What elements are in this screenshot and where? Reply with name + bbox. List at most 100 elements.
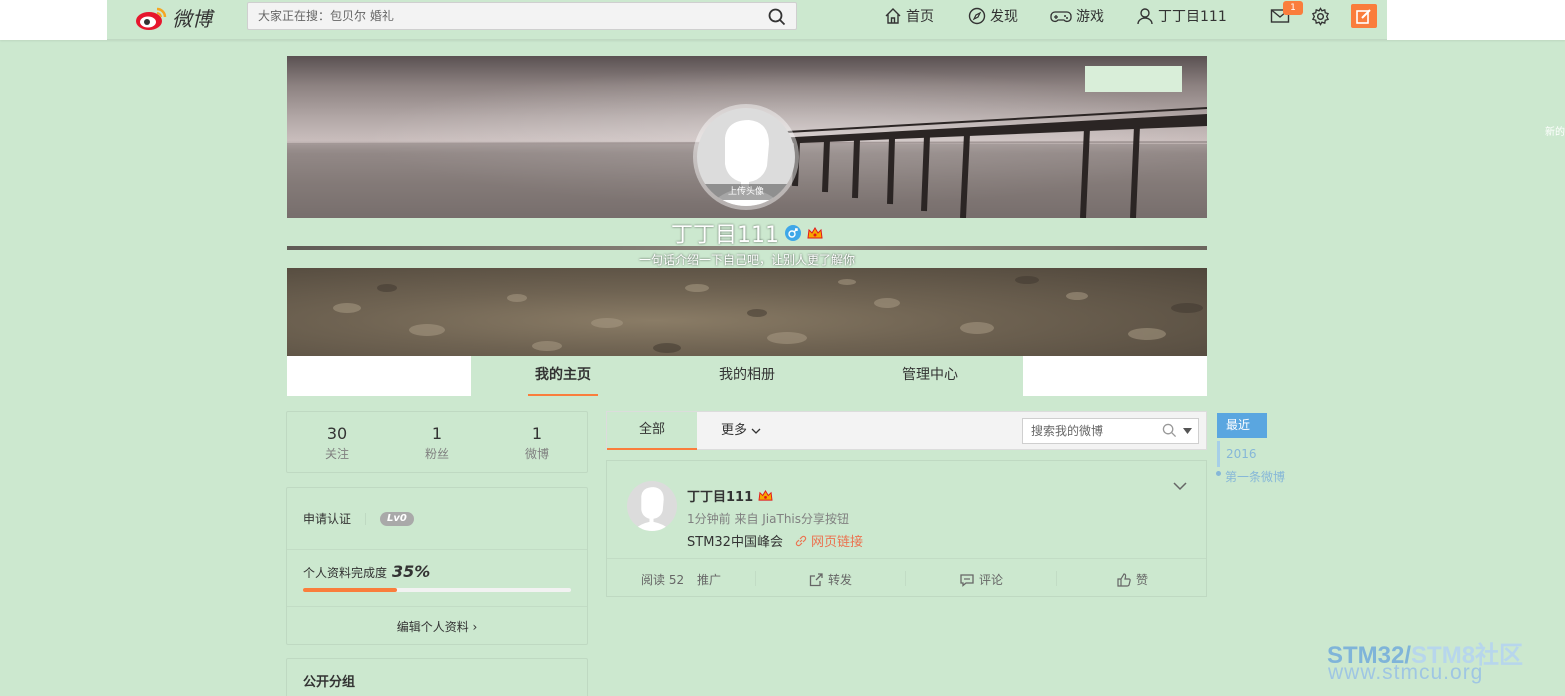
vip-crown-icon[interactable]	[758, 489, 773, 502]
verify-row: 申请认证 Lv0	[303, 510, 414, 527]
action-separator	[755, 571, 756, 586]
completion-row: 个人资料完成度 35%	[303, 562, 430, 581]
rocks-texture	[333, 276, 1203, 353]
stat-posts-value: 1	[531, 424, 543, 443]
weibo-logo[interactable]: 微博	[135, 3, 212, 32]
public-groups-title: 公开分组	[303, 675, 356, 690]
profile-tabs: 我的主页 我的相册 管理中心	[287, 356, 1207, 396]
feed-tab-more[interactable]: 更多	[721, 412, 761, 450]
nav-discover[interactable]: 发现	[968, 0, 1018, 32]
completion-value: 35%	[392, 562, 431, 581]
gear-icon	[1311, 6, 1330, 26]
stat-posts-label: 微博	[524, 447, 549, 461]
nav-home-label: 首页	[906, 9, 934, 25]
cover-rocks-image	[287, 268, 1207, 356]
topbar-right-blank	[1387, 0, 1565, 40]
post-action-bar: 阅读 52 推广 转发 评论 赞	[607, 558, 1206, 597]
nav-settings[interactable]	[1311, 0, 1330, 32]
vip-crown-icon[interactable]	[807, 226, 823, 240]
stat-posts[interactable]: 1 微博	[487, 412, 587, 462]
timeline-first-post[interactable]: 第一条微博	[1225, 468, 1285, 485]
feed-search-input[interactable]	[1023, 419, 1153, 443]
logo-text: 微博	[172, 7, 212, 31]
cover-divider-strip	[287, 246, 1207, 250]
edge-new-label[interactable]: 新的	[1545, 123, 1565, 138]
watermark-url: www.stmcu.org	[1328, 661, 1484, 684]
user-icon	[1137, 8, 1153, 25]
global-search-box[interactable]	[247, 2, 797, 30]
search-icon[interactable]	[768, 8, 786, 26]
stat-fans[interactable]: 1 粉丝	[387, 412, 487, 462]
weibo-eye-icon	[136, 7, 167, 30]
nav-user-label: 丁丁目111	[1158, 9, 1227, 25]
upload-avatar-label[interactable]: 上传头像	[697, 184, 795, 200]
verify-card: 申请认证 Lv0 个人资料完成度 35% 编辑个人资料 ›	[286, 487, 588, 645]
thumbs-up-icon	[1117, 572, 1131, 587]
post-like-button[interactable]: 赞	[1117, 571, 1148, 588]
default-avatar-silhouette-icon	[633, 487, 671, 531]
post-like-label: 赞	[1136, 573, 1149, 587]
stat-fans-value: 1	[431, 424, 443, 443]
nav-user[interactable]: 丁丁目111	[1136, 0, 1227, 32]
timeline-recent-button[interactable]: 最近	[1217, 413, 1267, 438]
post-web-link[interactable]: 网页链接	[795, 531, 863, 550]
post-comment-label: 评论	[979, 573, 1004, 587]
post-text: STM32中国峰会	[687, 535, 783, 550]
chevron-down-icon[interactable]	[1173, 481, 1187, 491]
avatar[interactable]: 上传头像	[697, 108, 795, 206]
post-read-count: 阅读 52	[641, 573, 685, 587]
profile-name: 丁丁目111	[671, 223, 779, 248]
nav-game[interactable]: 游戏	[1050, 0, 1104, 32]
tab-my-home[interactable]: 我的主页	[528, 356, 598, 396]
profile-intro[interactable]: 一句话介绍一下自己吧，让别人更了解你	[287, 251, 1207, 268]
post-meta[interactable]: 1分钟前 来自 JiaThis分享按钮	[687, 510, 849, 527]
post-author-name[interactable]: 丁丁目111	[687, 486, 753, 505]
edit-profile-link[interactable]: 编辑个人资料 ›	[287, 618, 587, 635]
search-icon[interactable]	[1162, 423, 1177, 438]
timeline-year-2016[interactable]: 2016	[1226, 447, 1257, 461]
chevron-down-icon	[751, 428, 761, 434]
timeline-bar	[1217, 441, 1220, 467]
nav-home[interactable]: 首页	[884, 0, 934, 32]
level-badge[interactable]: Lv0	[380, 511, 414, 526]
tab-my-album[interactable]: 我的相册	[707, 356, 787, 396]
compose-button[interactable]	[1351, 4, 1377, 28]
message-count-badge: 1	[1283, 1, 1303, 15]
completion-progress-bar	[303, 588, 571, 592]
avatar-frame[interactable]: 上传头像	[693, 104, 799, 210]
cover-corner-blank	[1085, 66, 1182, 92]
feed-search-box[interactable]	[1022, 418, 1199, 444]
action-separator	[905, 571, 906, 586]
post-promote-button[interactable]: 推广	[697, 571, 721, 588]
stat-following-label: 关注	[324, 447, 349, 461]
compass-icon	[968, 7, 986, 25]
feed-tab-all[interactable]: 全部	[607, 412, 697, 450]
topbar-left-blank	[0, 0, 107, 40]
profile-name-row: 丁丁目111	[0, 217, 1494, 249]
repost-icon	[809, 572, 823, 586]
timeline-dot	[1216, 471, 1221, 476]
home-icon	[885, 8, 901, 24]
post-author-row: 丁丁目111	[687, 486, 773, 505]
stat-following[interactable]: 30 关注	[287, 412, 387, 462]
post-comment-button[interactable]: 评论	[960, 571, 1003, 588]
verify-separator	[287, 549, 587, 550]
male-gender-icon	[785, 225, 801, 241]
post-content: STM32中国峰会 网页链接	[687, 531, 863, 550]
post-author-avatar[interactable]	[627, 481, 677, 531]
stat-following-value: 30	[326, 424, 348, 443]
tab-manage-center[interactable]: 管理中心	[890, 356, 970, 396]
post-repost-button[interactable]: 转发	[809, 571, 852, 588]
edit-icon	[1356, 9, 1371, 24]
apply-verify-link[interactable]: 申请认证	[303, 510, 351, 527]
completion-label: 个人资料完成度	[303, 566, 388, 580]
gamepad-icon	[1050, 11, 1072, 23]
post-web-link-label: 网页链接	[810, 535, 863, 550]
completion-progress-fill	[303, 588, 397, 592]
caret-down-icon[interactable]	[1183, 428, 1192, 434]
nav-game-label: 游戏	[1076, 9, 1104, 25]
stat-fans-label: 粉丝	[424, 447, 449, 461]
verify-separator-2	[287, 606, 587, 607]
global-search-input[interactable]	[248, 3, 748, 29]
verify-divider	[365, 512, 367, 525]
